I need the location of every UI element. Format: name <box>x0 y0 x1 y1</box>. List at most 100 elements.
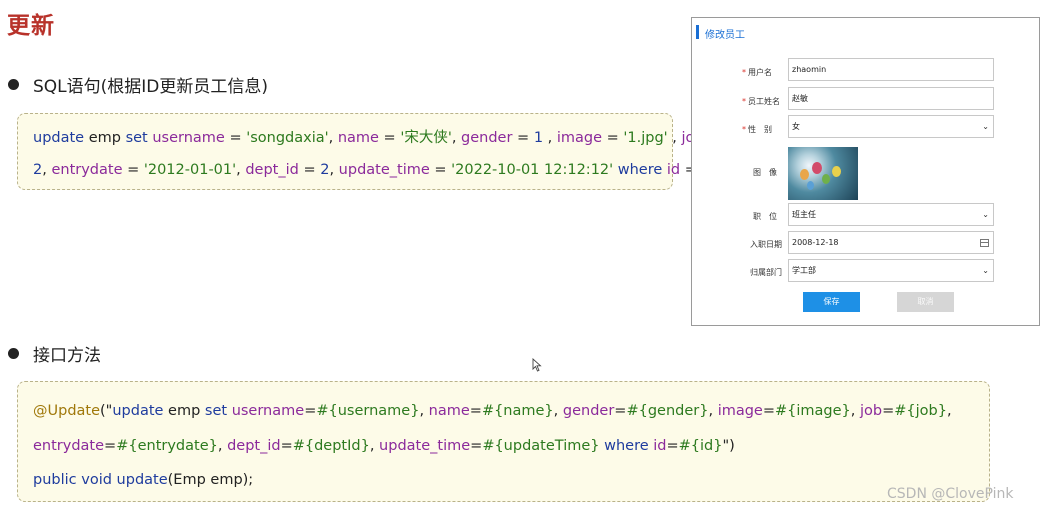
dept-label: 归属部门 <box>750 268 782 277</box>
code-token: name <box>337 130 379 146</box>
code-token: = <box>429 162 452 178</box>
code-token: #{image} <box>775 403 851 419</box>
avatar-image[interactable] <box>788 147 858 200</box>
watermark: CSDN @ClovePink <box>887 486 1014 502</box>
section-title-interface: 接口方法 <box>33 346 101 366</box>
balloon-shape <box>822 174 830 184</box>
code-token: = <box>762 403 776 419</box>
code-token: #{name} <box>481 403 554 419</box>
code-token: dept_id <box>227 438 281 454</box>
username-label-text: 用户名 <box>748 68 772 77</box>
bullet-sql: SQL语句(根据ID更新员工信息) <box>8 72 268 97</box>
dept-select[interactable]: 学工部 ⌄ <box>788 259 994 282</box>
code-token: , <box>451 130 462 146</box>
entrydate-input[interactable]: 2008-12-18 <box>788 231 994 254</box>
code-token: = <box>512 130 534 146</box>
java-code-line-3: public void update(Emp emp); <box>33 472 253 488</box>
code-token: update <box>33 130 85 146</box>
code-token: (" <box>100 403 113 419</box>
cancel-button[interactable]: 取消 <box>897 292 954 312</box>
code-token: update_time <box>379 438 471 454</box>
job-select-value: 班主任 <box>792 210 816 219</box>
code-token: username <box>231 403 305 419</box>
code-token: ") <box>722 438 735 454</box>
balloon-shape <box>800 169 809 180</box>
java-code-line-1: @Update("update emp set username = #{usern… <box>33 403 952 419</box>
code-token: '2022-10-01 12:12:12' <box>451 162 614 178</box>
code-token: set <box>125 130 148 146</box>
save-button[interactable]: 保存 <box>803 292 860 312</box>
code-token: job <box>860 403 883 419</box>
chevron-down-icon: ⌄ <box>982 210 989 219</box>
code-token: = <box>882 403 895 419</box>
code-token: #{id} <box>678 438 723 454</box>
chevron-down-icon: ⌄ <box>982 122 989 131</box>
code-token: #{username} <box>316 403 420 419</box>
sql-code-block: update emp set username = 'songdaxia', n… <box>17 113 725 190</box>
code-token: = <box>104 438 117 454</box>
code-token: , <box>553 403 563 419</box>
entrydate-value: 2008-12-18 <box>792 238 839 247</box>
code-token: = <box>469 403 482 419</box>
code-token: entrydate <box>33 438 105 454</box>
code-token: , <box>946 403 952 419</box>
code-token: #{updateTime} <box>482 438 600 454</box>
code-token: #{deptId} <box>292 438 370 454</box>
code-token: , <box>708 403 718 419</box>
bullet-dot <box>8 348 19 359</box>
code-token: , <box>850 403 860 419</box>
code-token: , <box>236 162 246 178</box>
bullet-interface: 接口方法 <box>8 341 101 366</box>
code-token: , <box>217 438 228 454</box>
name-label: * 员工姓名 <box>742 96 780 107</box>
code-token: , <box>543 130 557 146</box>
code-token: update <box>112 403 164 419</box>
code-token: = <box>378 130 401 146</box>
code-token: , <box>328 130 338 146</box>
code-token: where <box>604 438 649 454</box>
panel-title: 修改员工 <box>705 30 745 41</box>
code-token: 2 <box>33 162 43 178</box>
code-token: image <box>717 403 763 419</box>
job-select[interactable]: 班主任 ⌄ <box>788 203 994 226</box>
code-token: = <box>280 438 293 454</box>
code-token: = <box>602 130 624 146</box>
gender-select[interactable]: 女 ⌄ <box>788 115 994 138</box>
code-token: id <box>666 162 681 178</box>
code-token: , <box>667 130 682 146</box>
name-label-text: 员工姓名 <box>748 97 780 106</box>
code-token: , <box>329 162 339 178</box>
required-mark: * <box>742 125 746 134</box>
code-token: #{job} <box>894 403 947 419</box>
code-token: , <box>369 438 380 454</box>
code-token: set <box>204 403 228 419</box>
code-token: #{entrydate} <box>116 438 218 454</box>
required-mark: * <box>742 97 746 106</box>
balloon-shape <box>832 166 841 177</box>
code-token: update_time <box>338 162 430 178</box>
java-code-block: @Update("update emp set username = #{usern… <box>17 381 990 502</box>
username-input[interactable]: zhaomin <box>788 58 994 81</box>
sql-code-line-2: 2, entrydate = '2012-01-01', dept_id = 2… <box>33 162 725 178</box>
code-token: id <box>653 438 667 454</box>
code-token: gender <box>562 403 615 419</box>
name-input[interactable]: 赵敏 <box>788 87 994 110</box>
code-token: dept_id <box>245 162 299 178</box>
code-token: 'songdaxia' <box>246 130 329 146</box>
username-label: * 用户名 <box>742 67 772 78</box>
code-token: '1.jpg' <box>623 130 668 146</box>
code-token: @Update <box>33 403 101 419</box>
calendar-icon[interactable] <box>980 238 989 247</box>
code-token: emp <box>163 403 205 419</box>
code-token: = <box>298 162 321 178</box>
section-title-sql: SQL语句(根据ID更新员工信息) <box>33 77 269 97</box>
gender-label: * 性 别 <box>742 124 772 135</box>
sql-code-line-1: update emp set username = 'songdaxia', n… <box>33 126 720 147</box>
code-token: name <box>428 403 470 419</box>
job-label: 职 位 <box>753 212 777 221</box>
code-token: = <box>224 130 247 146</box>
code-token: username <box>152 130 225 146</box>
chevron-down-icon: ⌄ <box>982 266 989 275</box>
entrydate-label: 入职日期 <box>750 240 782 249</box>
code-token: gender <box>461 130 513 146</box>
